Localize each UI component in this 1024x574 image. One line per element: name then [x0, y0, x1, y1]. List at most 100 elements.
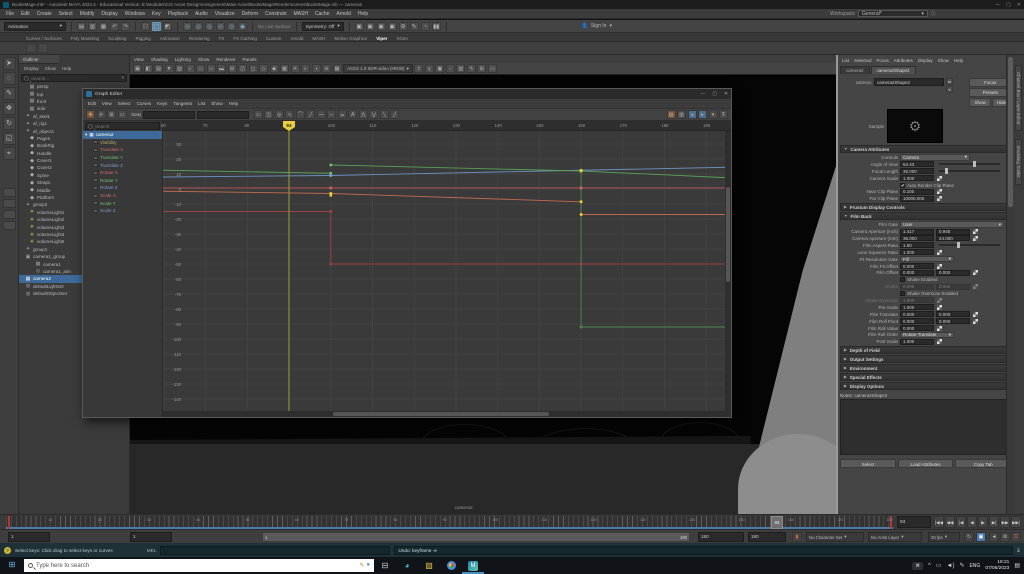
ge-channel-rotate-x[interactable]: Rotate X — [83, 169, 162, 177]
ae-section-frustum-display-controls[interactable]: ▶Frustum Display Controls — [840, 203, 1011, 211]
auto-tangent-icon[interactable]: A — [348, 110, 357, 119]
paint-select-tool-icon[interactable]: ✎ — [3, 87, 16, 100]
paint-effects-icon[interactable]: ✎ — [410, 22, 419, 31]
connection-icon[interactable] — [973, 312, 978, 317]
field-film-fit-offset[interactable]: 0.000 — [900, 263, 934, 269]
field-film-translate-2[interactable]: 0.000 — [936, 311, 970, 317]
expand-triangle-icon[interactable]: ▶ — [844, 205, 847, 209]
playback-loop-icon[interactable]: ↻ — [964, 532, 974, 542]
play-forwards-button[interactable]: ▶ — [978, 516, 988, 528]
menu-create[interactable]: Create — [37, 11, 52, 17]
shelf-tab-fx[interactable]: FX — [219, 36, 225, 41]
menu-set-dropdown[interactable]: Animation▾ — [4, 22, 66, 31]
lock-tangent-weight-icon[interactable]: ╱ — [390, 110, 399, 119]
viewport-menu-shading[interactable]: Shading — [151, 57, 168, 62]
break-tangents-icon[interactable]: ⋀ — [359, 110, 368, 119]
toon-icon[interactable]: ◔ — [421, 22, 430, 31]
menu-cache[interactable]: Cache — [315, 11, 329, 17]
field-film-roll-pivot-2[interactable]: 0.000 — [936, 318, 970, 324]
outliner-menu-display[interactable]: Display — [24, 66, 39, 71]
slider-angle-of-view[interactable] — [939, 163, 1000, 165]
animation-preferences-icon[interactable]: ⚙ — [1000, 532, 1010, 542]
field-film-translate[interactable]: 0.000 — [900, 311, 934, 317]
time-ruler[interactable]: 6070809010011012013014015016017018019093 — [163, 121, 731, 131]
mute-toggle[interactable] — [93, 209, 98, 213]
mute-toggle[interactable] — [93, 178, 98, 182]
swap-buffer-curve-icon[interactable]: ▥ — [677, 110, 686, 119]
ge-channel-translate-y[interactable]: Translate Y — [83, 154, 162, 162]
mute-toggle[interactable] — [93, 186, 98, 190]
ge-channel-rotate-z[interactable]: Rotate Z — [83, 184, 162, 192]
auto-keyframe-icon[interactable]: ▣ — [976, 532, 986, 542]
current-time-flag[interactable]: 93 — [283, 121, 295, 131]
mute-toggle[interactable] — [93, 148, 98, 152]
shelf-tab-curves-surfaces[interactable]: Curves / Surfaces — [26, 36, 62, 41]
snap-view-plane-icon[interactable]: ◎ — [227, 22, 236, 31]
shelf-tab-xgen[interactable]: XGen — [396, 36, 408, 41]
character-set-dropdown[interactable]: No Character Set▾ — [806, 532, 864, 542]
layout-single-pane-button[interactable] — [3, 188, 16, 197]
playback-start-field[interactable]: 1 — [130, 532, 172, 542]
ae-menu-show[interactable]: Show — [938, 58, 949, 63]
ge-menu-select[interactable]: Select — [118, 101, 131, 106]
close-button[interactable]: ✕ — [1017, 2, 1021, 8]
gate-mask-icon[interactable]: ▬ — [217, 64, 226, 73]
display-icon[interactable]: ▭ — [936, 562, 942, 569]
ae-menu-list[interactable]: List — [842, 58, 849, 63]
field-chart-icon[interactable]: ⊞ — [228, 64, 237, 73]
file-explorer-icon[interactable]: ▨ — [418, 557, 440, 574]
shadows-icon[interactable]: ◐ — [301, 64, 310, 73]
connection-icon[interactable] — [973, 236, 978, 241]
anim-layer-dropdown[interactable]: No Anim Layer▾ — [868, 532, 922, 542]
ae-section-special-effects[interactable]: ▶Special Effects — [840, 373, 1011, 381]
bookmark-icon[interactable]: ▮ — [792, 532, 802, 542]
field-film-offset[interactable]: 0.000 — [900, 270, 934, 276]
ge-channel-scale-z[interactable]: Scale Z — [83, 207, 162, 215]
ge-menu-keys[interactable]: Keys — [157, 101, 167, 106]
pen-icon[interactable]: ✎ — [959, 562, 964, 569]
ge-tree-camera2[interactable]: ▾ ▦ camera2 — [83, 131, 162, 139]
ge-search-input[interactable]: Search — [85, 122, 160, 130]
menu-edit[interactable]: Edit — [21, 11, 30, 17]
dropdown-film-gate[interactable]: User▾ — [900, 221, 1004, 227]
viewport-menu-panels[interactable]: Panels — [242, 57, 256, 62]
mute-toggle[interactable] — [93, 163, 98, 167]
dropdown-fit-resolution-gate[interactable]: Fill▾ — [900, 256, 954, 262]
copy-tab-button[interactable]: Copy Tab — [955, 459, 1011, 468]
lattice-deform-keys-icon[interactable]: ⊞ — [107, 110, 116, 119]
connection-icon[interactable] — [937, 176, 942, 181]
connection-icon[interactable] — [937, 189, 942, 194]
save-scene-icon[interactable]: ▦ — [99, 22, 108, 31]
select-object-icon[interactable]: ⬚ — [152, 22, 161, 31]
shelf-tab-sculpting[interactable]: Sculpting — [108, 36, 127, 41]
field-camera-aperture-inch-2[interactable]: 0.945 — [936, 229, 970, 235]
current-time-marker[interactable]: 93 — [771, 516, 783, 529]
field-camera-aperture-inch[interactable]: 1.417 — [900, 229, 934, 235]
field-angle-of-view[interactable]: 54.43 — [900, 161, 934, 167]
2d-pan-zoom-icon[interactable]: ⌕ — [186, 64, 195, 73]
ge-channel-scale-y[interactable]: Scale Y — [83, 199, 162, 207]
language-indicator[interactable]: ENG — [969, 563, 980, 569]
snap-projected-center-icon[interactable]: ◎ — [216, 22, 225, 31]
connection-icon[interactable] — [973, 229, 978, 234]
shelf-tab-rigging[interactable]: Rigging — [136, 36, 151, 41]
expand-triangle-icon[interactable]: ▶ — [844, 348, 847, 352]
time-slider[interactable]: 93 1020304050607080901001101201301401501… — [0, 514, 1024, 529]
time-marker-icon[interactable]: ▾ — [709, 110, 718, 119]
menu-arnold[interactable]: Arnold — [336, 11, 350, 17]
dropdown-controls[interactable]: Camera▾ — [900, 154, 970, 160]
notes-textarea[interactable] — [840, 399, 1011, 455]
swap-input-icon[interactable]: ⇄ — [946, 78, 953, 85]
clamped-tangent-icon[interactable]: ⌒ — [296, 110, 305, 119]
isolate-select-icon[interactable]: ◌ — [446, 64, 455, 73]
field-film-roll-value[interactable]: 0.000 — [900, 325, 934, 331]
maximize-button[interactable]: ▢ — [1006, 2, 1011, 8]
notification-icon[interactable]: ▤ — [1014, 562, 1020, 569]
presets-button[interactable]: Presets — [969, 88, 1011, 97]
connection-icon[interactable] — [937, 339, 942, 344]
expand-triangle-icon[interactable]: ▶ — [844, 366, 847, 370]
mute-toggle[interactable] — [93, 140, 98, 144]
snap-grid-icon[interactable]: ◎ — [183, 22, 192, 31]
layout-persp-outliner-button[interactable] — [3, 210, 16, 219]
playback-end-field[interactable]: 180 — [698, 532, 744, 542]
